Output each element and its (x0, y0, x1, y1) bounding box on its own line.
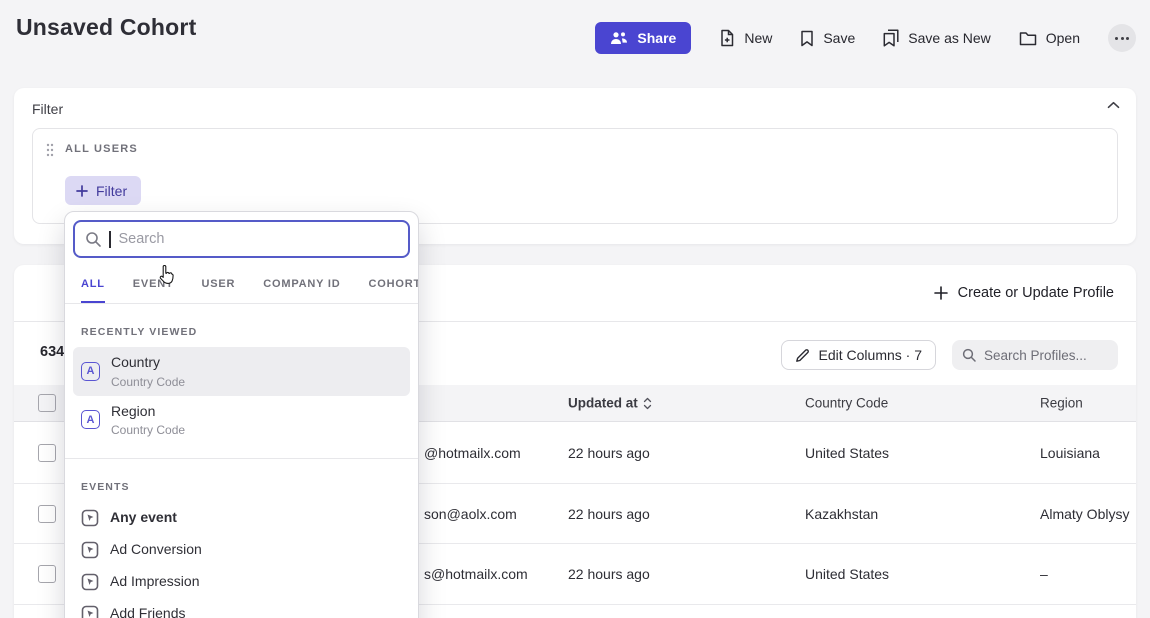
event-icon (81, 509, 99, 527)
drag-handle-icon[interactable] (46, 143, 54, 157)
list-item-ad-impression[interactable]: Ad Impression (73, 566, 410, 598)
edit-columns-button[interactable]: Edit Columns · 7 (781, 340, 936, 370)
list-item-any-event[interactable]: Any event (73, 502, 410, 534)
text-caret (109, 231, 111, 248)
add-filter-label: Filter (96, 183, 127, 199)
cell-updated-at: 22 hours ago (568, 445, 650, 461)
save-as-new-icon (883, 29, 899, 47)
save-label: Save (823, 30, 855, 46)
cell-region: Louisiana (1040, 445, 1100, 461)
item-title: Country (111, 354, 185, 372)
plus-icon (76, 185, 88, 197)
search-icon (962, 348, 976, 362)
cell-region: – (1040, 566, 1048, 582)
save-bookmark-icon (800, 30, 814, 47)
search-icon (85, 231, 101, 247)
list-item-region[interactable]: A Region Country Code (73, 396, 410, 445)
sort-icon[interactable] (643, 397, 652, 409)
column-header-updated-at[interactable]: Updated at (568, 396, 652, 411)
collapse-panel-button[interactable] (1103, 97, 1124, 113)
tab-all[interactable]: ALL (81, 266, 105, 303)
ellipsis-icon (1115, 37, 1118, 40)
cell-updated-at: 22 hours ago (568, 566, 650, 582)
row-checkbox[interactable] (38, 444, 56, 462)
save-as-new-button[interactable]: Save as New (883, 29, 990, 47)
dropdown-search-input[interactable]: Search (73, 220, 410, 258)
tab-cohort[interactable]: COHORT (369, 266, 419, 303)
dropdown-list: RECENTLY VIEWED A Country Country Code A… (65, 304, 418, 618)
cell-updated-at: 22 hours ago (568, 506, 650, 522)
item-title: Ad Impression (110, 573, 199, 591)
tab-event[interactable]: EVENT (133, 266, 174, 303)
open-button[interactable]: Open (1019, 30, 1080, 46)
item-title: Ad Conversion (110, 541, 202, 559)
create-or-update-profile-label: Create or Update Profile (958, 285, 1114, 301)
select-all-checkbox[interactable] (38, 394, 56, 412)
cell-country-code: United States (805, 566, 889, 582)
profiles-search-input[interactable] (984, 348, 1108, 363)
filter-group-label: ALL USERS (65, 143, 138, 155)
property-type-icon: A (81, 362, 100, 381)
new-document-icon (719, 29, 735, 47)
more-options-button[interactable] (1108, 24, 1136, 52)
cell-country-code: United States (805, 445, 889, 461)
people-icon (610, 31, 628, 45)
open-label: Open (1046, 30, 1080, 46)
search-placeholder: Search (119, 231, 165, 247)
list-item-ad-conversion[interactable]: Ad Conversion (73, 534, 410, 566)
cell-country-code: Kazakhstan (805, 506, 878, 522)
tab-user[interactable]: USER (201, 266, 235, 303)
column-header-country-code[interactable]: Country Code (805, 396, 888, 411)
pencil-icon (795, 348, 810, 363)
section-recently-viewed: RECENTLY VIEWED (65, 304, 418, 347)
item-subtitle: Country Code (111, 375, 185, 389)
save-as-new-label: Save as New (908, 30, 990, 46)
cell-email: s@hotmailx.com (424, 566, 528, 582)
event-icon (81, 573, 99, 591)
profiles-search[interactable] (952, 340, 1118, 370)
new-label: New (744, 30, 772, 46)
property-picker-dropdown: Search ALL EVENT USER COMPANY ID COHORT … (64, 211, 419, 618)
item-subtitle: Country Code (111, 423, 185, 437)
save-button[interactable]: Save (800, 30, 855, 47)
chevron-up-icon (1107, 101, 1120, 109)
tab-company-id[interactable]: COMPANY ID (263, 266, 340, 303)
list-item-country[interactable]: A Country Country Code (73, 347, 410, 396)
column-header-region[interactable]: Region (1040, 396, 1083, 411)
add-filter-button[interactable]: Filter (65, 176, 141, 205)
filter-panel-title: Filter (32, 101, 63, 117)
event-icon (81, 541, 99, 559)
row-checkbox[interactable] (38, 565, 56, 583)
folder-icon (1019, 31, 1037, 46)
share-button[interactable]: Share (595, 22, 691, 54)
plus-icon (934, 286, 948, 300)
dropdown-tabs: ALL EVENT USER COMPANY ID COHORT (65, 266, 418, 304)
cell-email: son@aolx.com (424, 506, 517, 522)
item-title: Region (111, 403, 185, 421)
property-type-icon: A (81, 410, 100, 429)
item-title: Any event (110, 509, 177, 527)
event-icon (81, 605, 99, 618)
cell-email: @hotmailx.com (424, 445, 521, 461)
edit-columns-label: Edit Columns · 7 (819, 347, 922, 363)
filter-group: ALL USERS Filter (32, 128, 1118, 224)
item-title: Add Friends (110, 605, 185, 618)
list-item-add-friends[interactable]: Add Friends (73, 598, 410, 618)
section-events: EVENTS (65, 459, 418, 502)
share-label: Share (637, 30, 676, 46)
header-toolbar: Share New Save Save as New (595, 22, 1136, 54)
new-button[interactable]: New (719, 29, 772, 47)
row-checkbox[interactable] (38, 505, 56, 523)
page-title: Unsaved Cohort (16, 14, 196, 41)
cell-region: Almaty Oblysy (1040, 506, 1129, 522)
create-or-update-profile-button[interactable]: Create or Update Profile (934, 285, 1114, 301)
